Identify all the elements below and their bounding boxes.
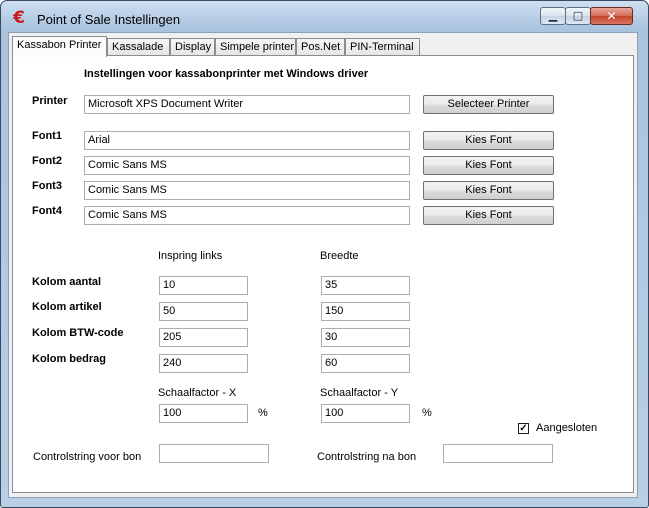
column-article-width-field[interactable]: 150 xyxy=(321,302,410,321)
column-quantity-indent-field[interactable]: 10 xyxy=(159,276,248,295)
connected-label: Aangesloten xyxy=(536,422,598,434)
indent-column-header: Inspring links xyxy=(158,250,223,262)
minimize-icon: ▁ xyxy=(548,9,558,22)
maximize-button[interactable]: □ xyxy=(565,7,591,25)
column-vat-code-label: Kolom BTW-code xyxy=(32,327,124,339)
title-bar[interactable]: € Point of Sale Instellingen ▁ □ ✕ xyxy=(1,1,648,35)
font1-label: Font1 xyxy=(32,130,62,142)
column-article-label: Kolom artikel xyxy=(32,301,102,313)
scale-x-unit: % xyxy=(258,407,268,419)
column-vat-code-indent-field[interactable]: 205 xyxy=(159,328,248,347)
window-title: Point of Sale Instellingen xyxy=(37,12,181,27)
column-amount-width-field[interactable]: 60 xyxy=(321,354,410,373)
scale-x-label: Schaalfactor - X xyxy=(158,387,237,399)
scale-y-label: Schaalfactor - Y xyxy=(320,387,399,399)
width-column-header: Breedte xyxy=(320,250,359,262)
tab-kassabon-printer[interactable]: Kassabon Printer xyxy=(12,36,107,57)
scale-y-unit: % xyxy=(422,407,432,419)
control-string-before-label: Controlstring voor bon xyxy=(33,451,142,463)
font2-choose-button[interactable]: Kies Font xyxy=(423,156,554,175)
column-article-indent-field[interactable]: 50 xyxy=(159,302,248,321)
tab-kassalade[interactable]: Kassalade xyxy=(107,38,170,56)
tab-pos-net[interactable]: Pos.Net xyxy=(296,38,345,56)
scale-y-field[interactable]: 100 xyxy=(321,404,410,423)
control-string-after-label: Controlstring na bon xyxy=(317,451,417,463)
printer-label: Printer xyxy=(32,95,68,107)
font4-field[interactable]: Comic Sans MS xyxy=(84,206,410,225)
font3-label: Font3 xyxy=(32,180,62,192)
printer-field[interactable]: Microsoft XPS Document Writer xyxy=(84,95,410,114)
scale-x-field[interactable]: 100 xyxy=(159,404,248,423)
control-string-before-field[interactable] xyxy=(159,444,269,463)
connected-checkbox[interactable]: ✓ xyxy=(518,423,529,434)
tab-pin-terminal[interactable]: PIN-Terminal xyxy=(345,38,420,56)
minimize-button[interactable]: ▁ xyxy=(540,7,566,25)
close-button[interactable]: ✕ xyxy=(590,7,633,25)
column-amount-indent-field[interactable]: 240 xyxy=(159,354,248,373)
font2-label: Font2 xyxy=(32,155,62,167)
section-heading: Instellingen voor kassabonprinter met Wi… xyxy=(84,68,369,80)
euro-icon: € xyxy=(13,8,25,28)
close-icon: ✕ xyxy=(606,9,617,23)
tab-simpele-printer[interactable]: Simpele printer xyxy=(215,38,296,56)
font3-choose-button[interactable]: Kies Font xyxy=(423,181,554,200)
font1-choose-button[interactable]: Kies Font xyxy=(423,131,554,150)
maximize-icon: □ xyxy=(572,9,584,22)
font4-choose-button[interactable]: Kies Font xyxy=(423,206,554,225)
font4-label: Font4 xyxy=(32,205,62,217)
column-quantity-width-field[interactable]: 35 xyxy=(321,276,410,295)
font3-field[interactable]: Comic Sans MS xyxy=(84,181,410,200)
select-printer-button[interactable]: Selecteer Printer xyxy=(423,95,554,114)
font2-field[interactable]: Comic Sans MS xyxy=(84,156,410,175)
column-amount-label: Kolom bedrag xyxy=(32,353,106,365)
tab-display[interactable]: Display xyxy=(170,38,215,56)
font1-field[interactable]: Arial xyxy=(84,131,410,150)
column-quantity-label: Kolom aantal xyxy=(32,276,102,288)
column-vat-code-width-field[interactable]: 30 xyxy=(321,328,410,347)
control-string-after-field[interactable] xyxy=(443,444,553,463)
